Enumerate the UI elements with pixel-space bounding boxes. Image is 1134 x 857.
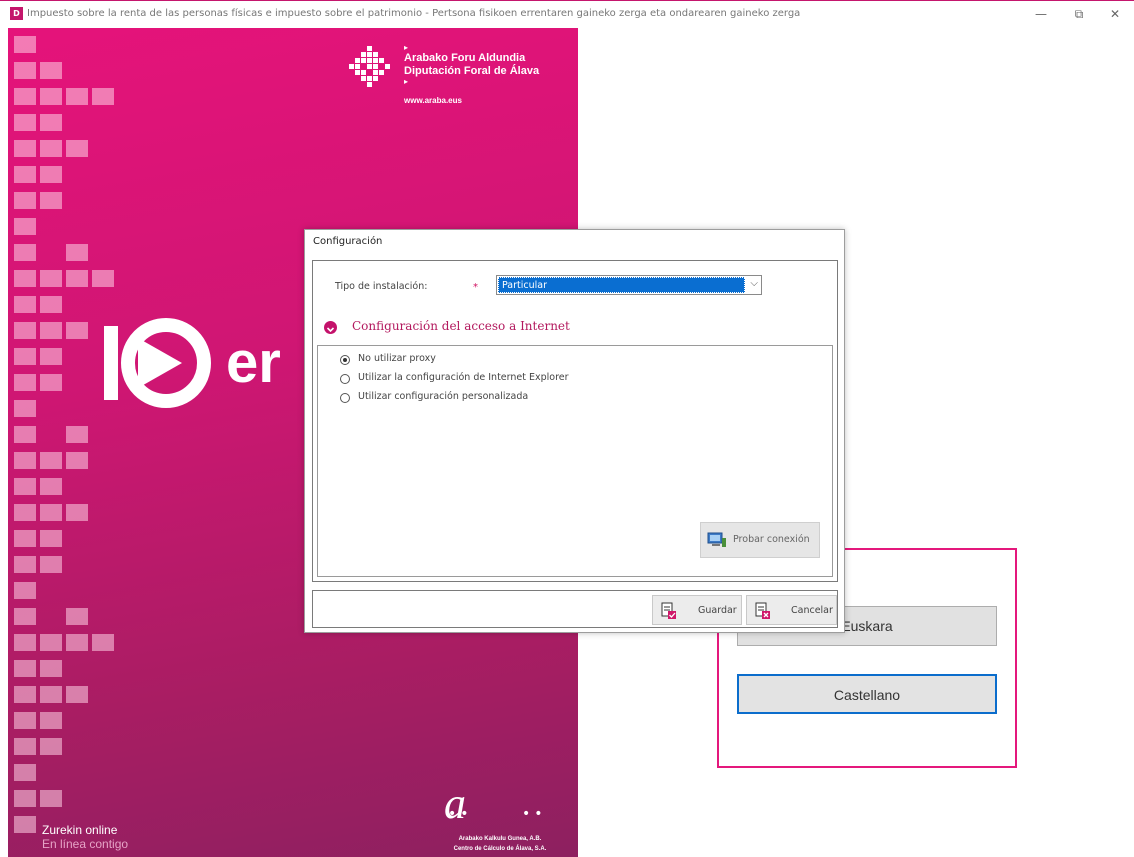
- proxy-options-panel: No utilizar proxy Utilizar la configurac…: [317, 345, 833, 577]
- installation-type-label: Tipo de instalación:: [335, 281, 428, 292]
- cc-logo-icon: a: [444, 779, 466, 828]
- radio-label: Utilizar la configuración de Internet Ex…: [358, 372, 569, 383]
- close-button[interactable]: ✕: [1100, 5, 1130, 23]
- test-connection-button[interactable]: Probar conexión: [700, 522, 820, 558]
- save-document-icon: [661, 602, 676, 619]
- radio-label: Utilizar configuración personalizada: [358, 391, 529, 402]
- diputacion-logo-text: ▸ Arabako Foru Aldundia Diputación Foral…: [404, 43, 540, 106]
- org-name-spanish: Diputación Foral de Álava: [404, 65, 540, 77]
- slogan-basque: Zurekin online: [42, 823, 118, 837]
- logo-arrow-2: ▸: [404, 77, 409, 86]
- radio-label: No utilizar proxy: [358, 353, 436, 364]
- radio-selected-icon[interactable]: [340, 355, 350, 365]
- window-titlebar: D Impuesto sobre la renta de las persona…: [0, 0, 1134, 28]
- cc-company-name: Arabako Kalkulu Gunea, A.B. Centro de Cá…: [440, 834, 560, 854]
- cancel-document-icon: [755, 602, 770, 619]
- radio-unselected-icon[interactable]: [340, 374, 350, 384]
- cancel-button[interactable]: Cancelar: [746, 595, 837, 625]
- castellano-button[interactable]: Castellano: [737, 674, 997, 714]
- dialog-footer: Guardar Cancelar: [312, 590, 838, 628]
- minimize-button[interactable]: —: [1026, 5, 1056, 23]
- diputacion-logo-icon: [349, 46, 390, 87]
- network-computer-icon: [707, 532, 726, 547]
- test-connection-label: Probar conexión: [733, 534, 810, 545]
- erenta-logo-icon: [104, 318, 211, 408]
- installation-type-select[interactable]: Particular ⌵: [496, 275, 762, 295]
- chevron-down-icon[interactable]: ⌵: [750, 278, 758, 289]
- cc-company-basque: Arabako Kalkulu Gunea, A.B.: [458, 836, 542, 842]
- dialog-body: Tipo de instalación: * Particular ⌵ Conf…: [312, 260, 838, 582]
- slogan-spanish: En línea contigo: [42, 837, 129, 851]
- section-collapse-icon[interactable]: [324, 321, 337, 334]
- website-url: www.araba.eus: [404, 96, 462, 105]
- dialog-title: Configuración: [313, 236, 383, 247]
- app-icon: D: [10, 7, 23, 20]
- save-label: Guardar: [698, 605, 737, 616]
- save-button[interactable]: Guardar: [652, 595, 742, 625]
- org-name-basque: Arabako Foru Aldundia: [404, 52, 526, 64]
- internet-access-section-title[interactable]: Configuración del acceso a Internet: [352, 319, 570, 333]
- radio-unselected-icon[interactable]: [340, 393, 350, 403]
- slogan: Zurekin online En línea contigo: [42, 823, 128, 851]
- configuration-dialog: Configuración Tipo de instalación: * Par…: [304, 229, 845, 633]
- logo-arrow: ▸: [404, 43, 409, 52]
- cc-dots-right: ••: [522, 806, 547, 822]
- required-marker: *: [473, 282, 478, 293]
- window-title: Impuesto sobre la renta de las personas …: [27, 8, 801, 19]
- cancel-label: Cancelar: [791, 605, 833, 616]
- erenta-logo-text: er: [226, 330, 281, 395]
- installation-type-value: Particular: [498, 277, 745, 293]
- restore-button[interactable]: ⧉: [1064, 5, 1094, 23]
- cc-company-spanish: Centro de Cálculo de Álava, S.A.: [453, 846, 547, 852]
